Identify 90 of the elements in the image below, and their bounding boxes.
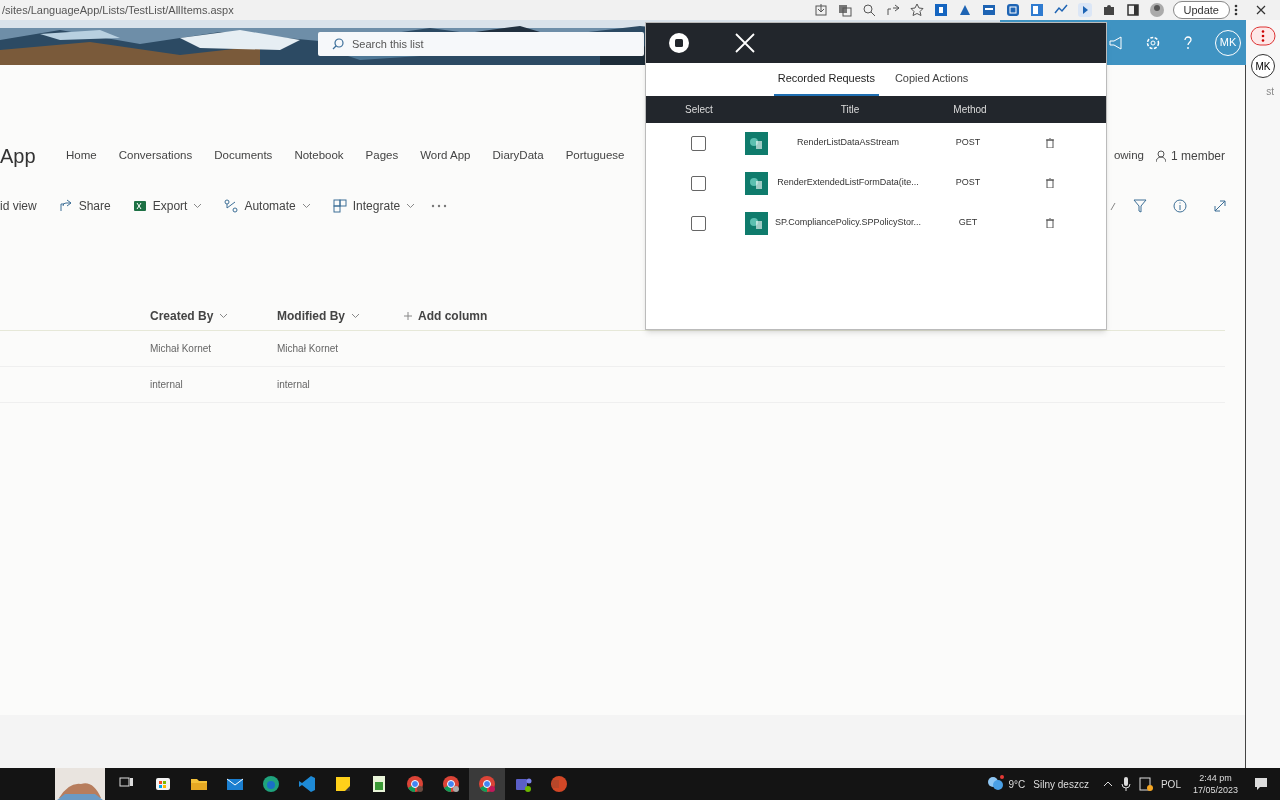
- browser-icon: [261, 774, 281, 794]
- help-icon[interactable]: [1183, 35, 1193, 50]
- extension-icon[interactable]: [981, 3, 996, 17]
- info-icon[interactable]: [1173, 199, 1187, 213]
- column-header[interactable]: Modified By: [277, 306, 404, 325]
- search-icon[interactable]: [332, 38, 344, 50]
- puzzle-icon[interactable]: [1101, 3, 1116, 17]
- note-icon: [333, 774, 353, 794]
- request-title: RenderListDataAsStream: [795, 136, 900, 150]
- person-icon[interactable]: [1155, 150, 1166, 162]
- code-editor-icon: [297, 774, 317, 794]
- settings-icon[interactable]: [1145, 34, 1161, 51]
- checkbox[interactable]: [691, 215, 706, 231]
- command-button[interactable]: Share: [58, 197, 111, 215]
- checkbox[interactable]: [691, 135, 706, 151]
- request-method: GET: [957, 216, 979, 230]
- nav-link[interactable]: Word App: [420, 147, 471, 165]
- translate-icon[interactable]: [837, 3, 852, 17]
- chrome-icon: [405, 774, 425, 794]
- request-method: POST: [954, 136, 982, 150]
- language-indicator[interactable]: POL: [1160, 776, 1181, 792]
- close-icon[interactable]: [1256, 5, 1266, 15]
- following-text[interactable]: owing: [1113, 147, 1144, 165]
- star-icon[interactable]: [909, 3, 924, 17]
- column-header: Method: [952, 103, 988, 117]
- command-button[interactable]: Export: [132, 197, 203, 215]
- chrome-icon: [477, 774, 497, 794]
- network-icon[interactable]: [1138, 777, 1153, 791]
- command-button[interactable]: id view: [0, 197, 37, 215]
- command-button[interactable]: Automate: [224, 197, 311, 215]
- nav-link[interactable]: Pages: [365, 147, 399, 165]
- chevron-up-icon[interactable]: [1102, 781, 1113, 787]
- checkbox[interactable]: [691, 175, 706, 191]
- trash-icon[interactable]: [1046, 138, 1054, 148]
- side-text: st: [1266, 85, 1274, 99]
- excel-icon[interactable]: [132, 199, 147, 213]
- column-header: Title: [839, 103, 861, 117]
- sharepoint-icon[interactable]: [745, 131, 768, 155]
- weather-button[interactable]: 9°C Silny deszcz: [984, 775, 1089, 793]
- command-button[interactable]: Integrate: [332, 197, 416, 215]
- trash-icon[interactable]: [1046, 178, 1054, 188]
- clock[interactable]: 2:44 pm 17/05/2023: [1192, 772, 1238, 796]
- request-method: POST: [954, 176, 982, 190]
- column-header[interactable]: Created By: [150, 306, 277, 325]
- tab[interactable]: Copied Actions: [890, 63, 973, 96]
- expand-icon[interactable]: [1213, 199, 1227, 213]
- update-button[interactable]: Update: [1172, 1, 1230, 19]
- extension-icon[interactable]: [1077, 3, 1092, 17]
- extension-icon[interactable]: [957, 3, 972, 17]
- avatar-icon[interactable]: [1149, 3, 1164, 17]
- megaphone-icon[interactable]: [1109, 35, 1123, 50]
- extension-icon[interactable]: [1029, 3, 1044, 17]
- table-cell-text: Michał Kornet: [150, 342, 213, 356]
- request-title: RenderExtendedListFormData(ite...: [776, 176, 920, 190]
- column-header: Select: [684, 103, 714, 117]
- avatar[interactable]: MK: [1251, 54, 1275, 78]
- sidebar-icon[interactable]: [1125, 3, 1140, 17]
- integrate-icon[interactable]: [332, 199, 347, 213]
- table-cell-text: Michał Kornet: [277, 342, 340, 356]
- nav-link[interactable]: Conversations: [118, 147, 193, 165]
- share-icon[interactable]: [885, 3, 900, 17]
- url-text[interactable]: /sites/LanguageApp/Lists/TestList/AllItems.aspx: [0, 1, 234, 19]
- nav-link[interactable]: Portuguese: [565, 147, 625, 165]
- search-field[interactable]: Search this list: [318, 32, 644, 56]
- chrome-icon: [441, 774, 461, 794]
- nav-link[interactable]: Notebook: [294, 147, 344, 165]
- extension-icon[interactable]: [933, 3, 948, 17]
- extension-icon[interactable]: [1005, 3, 1020, 17]
- trash-icon[interactable]: [1046, 218, 1054, 228]
- more-icon[interactable]: [1234, 4, 1238, 16]
- sharepoint-icon[interactable]: [745, 171, 768, 195]
- site-title: App: [0, 144, 37, 169]
- table-cell-text: internal: [277, 378, 311, 392]
- nav-link[interactable]: Home: [66, 147, 97, 165]
- notification-icon[interactable]: [1254, 777, 1268, 791]
- automate-icon[interactable]: [224, 199, 239, 213]
- microphone-icon[interactable]: [1120, 777, 1131, 791]
- share-icon[interactable]: [58, 199, 73, 213]
- sharepoint-icon[interactable]: [745, 211, 768, 235]
- download-icon[interactable]: [813, 3, 828, 17]
- stop-icon[interactable]: [668, 32, 690, 54]
- zoom-icon[interactable]: [861, 3, 876, 17]
- members-button[interactable]: 1 member: [1155, 147, 1225, 165]
- request-title: SP.CompliancePolicy.SPPolicyStor...: [773, 216, 923, 230]
- nav-link[interactable]: Documents: [214, 147, 273, 165]
- add-column-button[interactable]: Add column: [404, 306, 488, 325]
- nav-link[interactable]: DiaryData: [492, 147, 544, 165]
- presentation-icon: [549, 774, 569, 794]
- table-cell-text: internal: [150, 378, 184, 392]
- filter-icon[interactable]: [1133, 199, 1147, 213]
